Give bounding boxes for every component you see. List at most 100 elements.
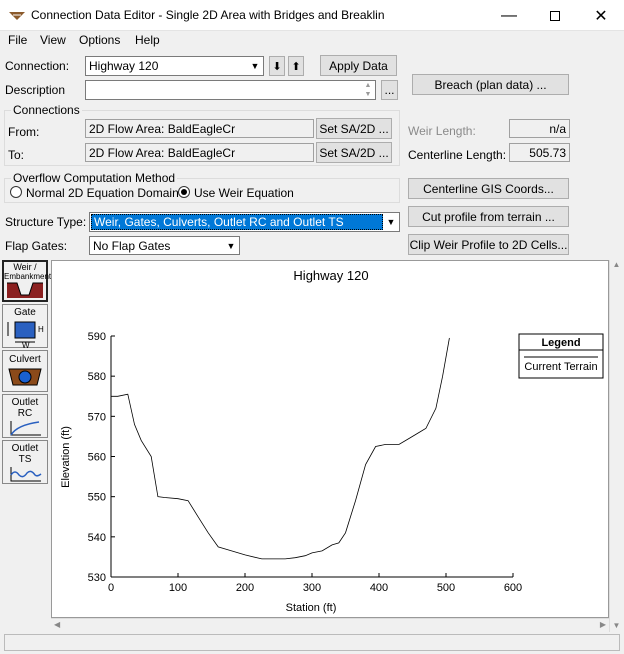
- structure-type-value: Weir, Gates, Culverts, Outlet RC and Out…: [91, 214, 383, 230]
- from-field: 2D Flow Area: BaldEagleCr: [85, 119, 314, 138]
- close-button[interactable]: ✕: [578, 0, 624, 31]
- flap-gates-value: No Flap Gates: [93, 238, 171, 253]
- y-tick-label: 530: [88, 572, 106, 584]
- chart-ticks: 0 100 200 300 400 500 600 530 540 550 560 570 580 590: [88, 331, 523, 594]
- x-tick-label: 500: [437, 582, 455, 594]
- weir-label-2: Embankment: [4, 272, 52, 281]
- maximize-button[interactable]: [532, 0, 578, 31]
- profile-chart: Highway 120 0 100 200 300 400 500 600 530 540 550…: [60, 268, 604, 614]
- weir-embankment-button[interactable]: Weir / Embankment: [2, 260, 52, 302]
- gate-w-label: W: [22, 341, 30, 348]
- flap-gates-label: Flap Gates:: [5, 239, 68, 253]
- to-value: 2D Flow Area: BaldEagleCr: [89, 145, 236, 160]
- outlet-rc-label-1: Outlet: [11, 397, 39, 408]
- scroll-right-icon[interactable]: ▶: [600, 620, 606, 629]
- x-tick-label: 0: [108, 582, 114, 594]
- move-up-button[interactable]: ⬆: [288, 56, 304, 76]
- cut-profile-button[interactable]: Cut profile from terrain ...: [408, 206, 569, 227]
- outlet-rc-label-2: RC: [17, 408, 33, 419]
- series-line-current-terrain: [111, 337, 450, 560]
- culvert-icon: [8, 368, 42, 386]
- outlet-rc-icon: [10, 421, 41, 436]
- maximize-icon: [550, 10, 560, 21]
- radio-normal-2d-label[interactable]: Normal 2D Equation Domain: [26, 186, 179, 200]
- x-tick-label: 300: [303, 582, 321, 594]
- clip-weir-button[interactable]: Clip Weir Profile to 2D Cells...: [408, 234, 569, 255]
- scroll-up-icon[interactable]: ▲: [610, 260, 623, 269]
- outlet-ts-label-2: TS: [18, 454, 32, 465]
- to-label: To:: [8, 148, 25, 162]
- radio-weir-equation[interactable]: [178, 186, 190, 198]
- description-spinner[interactable]: ▲ ▼: [361, 81, 375, 99]
- structure-type-select[interactable]: Weir, Gates, Culverts, Outlet RC and Out…: [89, 212, 400, 232]
- structure-type-label: Structure Type:: [5, 215, 87, 229]
- y-tick-label: 550: [88, 492, 106, 504]
- outlet-rc-button[interactable]: Outlet RC: [2, 394, 48, 438]
- centerline-length-value: 505.73: [529, 145, 566, 160]
- chevron-down-icon: ▼: [250, 61, 260, 71]
- menu-options[interactable]: Options: [79, 33, 120, 47]
- legend-entry: Current Terrain: [524, 361, 597, 373]
- weir-length-label: Weir Length:: [408, 124, 476, 138]
- gate-icon: H W: [7, 321, 44, 350]
- weir-icon: [7, 282, 43, 298]
- description-edit-button[interactable]: ...: [381, 80, 398, 100]
- weir-length-value: n/a: [549, 121, 566, 136]
- menu-view[interactable]: View: [40, 33, 66, 47]
- connection-label: Connection:: [5, 59, 70, 73]
- window-title: Connection Data Editor - Single 2D Area …: [31, 8, 385, 22]
- connections-group-title: Connections: [11, 103, 82, 117]
- y-tick-label: 540: [88, 532, 106, 544]
- menu-help[interactable]: Help: [135, 33, 160, 47]
- radio-normal-2d[interactable]: [10, 186, 22, 198]
- description-input[interactable]: ▲ ▼: [85, 80, 376, 100]
- apply-data-button[interactable]: Apply Data: [320, 55, 397, 76]
- title-bar: Connection Data Editor - Single 2D Area …: [0, 0, 624, 31]
- profile-plot[interactable]: Highway 120 0 100 200 300 400 500 600 530 540 550…: [51, 260, 609, 618]
- overflow-group-title: Overflow Computation Method: [11, 171, 178, 185]
- x-tick-label: 400: [370, 582, 388, 594]
- plot-vertical-scrollbar[interactable]: ▲ ▼: [609, 260, 623, 632]
- legend-title: Legend: [541, 337, 580, 349]
- x-tick-label: 200: [236, 582, 254, 594]
- close-icon: ✕: [594, 7, 608, 25]
- weir-label-1: Weir /: [13, 262, 37, 272]
- x-tick-label: 600: [504, 582, 522, 594]
- scroll-down-icon[interactable]: ▼: [610, 621, 623, 630]
- chart-title: Highway 120: [293, 268, 368, 283]
- move-down-button[interactable]: ⬇: [269, 56, 285, 76]
- menu-bar: File View Options Help: [0, 31, 624, 51]
- to-field: 2D Flow Area: BaldEagleCr: [85, 143, 314, 162]
- arrow-up-icon: ⬆: [291, 60, 301, 73]
- minimize-button[interactable]: —: [486, 0, 532, 31]
- y-tick-label: 560: [88, 452, 106, 464]
- minimize-icon: —: [501, 6, 517, 24]
- connection-select[interactable]: Highway 120 ▼: [85, 56, 264, 76]
- flap-gates-select[interactable]: No Flap Gates ▼: [89, 236, 240, 255]
- from-value: 2D Flow Area: BaldEagleCr: [89, 121, 236, 136]
- menu-file[interactable]: File: [8, 33, 27, 47]
- centerline-gis-button[interactable]: Centerline GIS Coords...: [408, 178, 569, 199]
- chart-lines: [111, 337, 450, 560]
- culvert-label: Culvert: [9, 354, 41, 365]
- culvert-button[interactable]: Culvert: [2, 350, 48, 392]
- breach-button[interactable]: Breach (plan data) ...: [412, 74, 569, 95]
- y-tick-label: 580: [88, 371, 106, 383]
- centerline-length-field: 505.73: [509, 143, 570, 162]
- centerline-length-label: Centerline Length:: [408, 148, 507, 162]
- to-set-button[interactable]: Set SA/2D ...: [316, 142, 392, 163]
- from-label: From:: [8, 125, 40, 139]
- weir-length-field: n/a: [509, 119, 570, 138]
- y-tick-label: 570: [88, 411, 106, 423]
- gate-button[interactable]: Gate H W: [2, 304, 48, 350]
- x-tick-label: 100: [169, 582, 187, 594]
- scroll-left-icon[interactable]: ◀: [54, 620, 60, 629]
- plot-horizontal-scrollbar[interactable]: ◀ ▶: [51, 618, 609, 632]
- connection-value: Highway 120: [89, 59, 159, 73]
- from-set-button[interactable]: Set SA/2D ...: [316, 118, 392, 139]
- radio-weir-equation-label[interactable]: Use Weir Equation: [194, 186, 294, 200]
- outlet-ts-button[interactable]: Outlet TS: [2, 440, 48, 484]
- chart-legend: Legend Current Terrain: [518, 333, 604, 379]
- y-axis-label: Elevation (ft): [60, 426, 72, 488]
- arrow-down-icon: ⬇: [272, 60, 282, 73]
